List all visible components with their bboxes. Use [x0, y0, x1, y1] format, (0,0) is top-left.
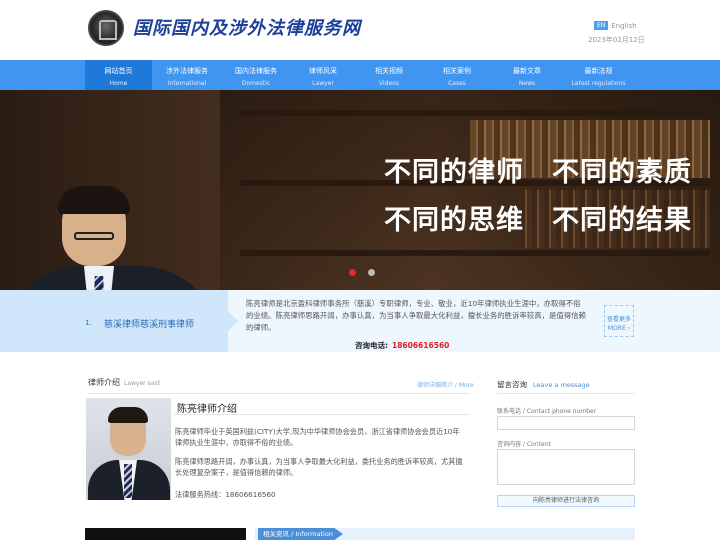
more-sublabel: MORE ›: [607, 325, 631, 332]
nav-label: 网站首页: [104, 67, 133, 75]
nav-sublabel: Latest regulations: [571, 80, 626, 87]
en-badge[interactable]: EN: [594, 21, 609, 30]
lawyer-bio-2: 陈亮律师思路开阔，办事认真，为当事人争取最大化利益，委托业务的胜诉率较高，尤其擅…: [175, 457, 463, 477]
current-date: 2023年02月12日: [588, 36, 645, 44]
phone-number[interactable]: 18606616560: [392, 341, 449, 350]
content-field-label: 咨询内容 / Content: [497, 441, 551, 448]
nav-label: 相关案例: [443, 67, 471, 75]
nav-item-videos[interactable]: 相关视频 Videos: [356, 60, 422, 90]
nav-sublabel: Cases: [448, 80, 466, 87]
phone-input[interactable]: [497, 416, 635, 430]
logo-icon[interactable]: [88, 10, 124, 46]
nav-sublabel: Lawyer: [312, 80, 334, 87]
slide-dot-2[interactable]: [368, 269, 375, 276]
main-nav: 网站首页 Home 涉外法律服务 International 国内法律服务 Do…: [0, 60, 720, 90]
lawyer-bio-1: 陈亮律师毕业于英国利兹(CITY)大学,现为中华律师协会会员，浙江省律师协会会员…: [175, 427, 460, 447]
nav-item-domestic[interactable]: 国内法律服务 Domestic: [222, 60, 290, 90]
nav-label: 涉外法律服务: [166, 67, 208, 75]
lawyer-photo[interactable]: [86, 398, 171, 500]
divider: [497, 393, 635, 394]
divider: [174, 414, 470, 415]
photo-hair: [108, 407, 148, 423]
nav-item-cases[interactable]: 相关案例 Cases: [422, 60, 492, 90]
hero-banner[interactable]: 不同的律师 不同的素质 不同的思维 不同的结果: [0, 90, 720, 290]
submit-consult-button[interactable]: 向陈亮律师进行法律咨询: [497, 495, 635, 507]
english-link[interactable]: English: [611, 22, 636, 30]
nav-label: 相关视频: [375, 67, 403, 75]
intro-index: 1.: [85, 319, 92, 327]
message-title: 留言咨询 Leave a message: [497, 379, 590, 390]
phone-label: 咨询电话:: [355, 341, 388, 350]
section-subtitle: Lawyer said: [124, 380, 160, 387]
service-hotline: 法律服务热线：18606616560: [175, 490, 276, 499]
lawyer-more-link[interactable]: 律师详细简介 / More: [417, 380, 474, 389]
divider: [88, 393, 470, 394]
banner-slogan-2: 不同的思维 不同的结果: [384, 205, 692, 236]
nav-label: 最新文章: [513, 67, 541, 75]
site-title[interactable]: 国际国内及涉外法律服务网: [133, 14, 361, 40]
nav-label: 国内法律服务: [235, 67, 277, 75]
nav-label: 律师风采: [309, 67, 337, 75]
view-more-button[interactable]: 查看更多 MORE ›: [604, 305, 634, 337]
nav-sublabel: Domestic: [241, 80, 271, 87]
language-switch[interactable]: EN English: [594, 21, 637, 30]
message-title-en: Leave a message: [533, 381, 590, 389]
nav-sublabel: International: [167, 80, 207, 87]
message-title-zh: 留言咨询: [497, 380, 527, 389]
nav-item-home[interactable]: 网站首页 Home: [85, 60, 152, 90]
content-textarea[interactable]: [497, 449, 635, 485]
consult-phone: 咨询电话: 18606616560: [355, 340, 449, 351]
banner-slogan-1: 不同的律师 不同的素质: [384, 157, 692, 188]
header: 国际国内及涉外法律服务网 EN English 2023年02月12日: [0, 0, 720, 60]
nav-item-regulations[interactable]: 最新法规 Latest regulations: [562, 60, 635, 90]
nav-sublabel: News: [518, 80, 536, 87]
nav-sublabel: Home: [109, 80, 128, 87]
lawyer-intro-title: 陈亮律师介绍: [177, 404, 237, 415]
intro-tab-label[interactable]: 慈溪律师慈溪刑事律师: [104, 317, 194, 330]
nav-item-news[interactable]: 最新文章 News: [492, 60, 562, 90]
shelf-board: [240, 110, 710, 116]
slide-indicators: [349, 269, 375, 276]
video-block[interactable]: [85, 528, 246, 540]
nav-label: 最新法规: [584, 67, 613, 75]
slide-dot-1[interactable]: [349, 269, 356, 276]
info-tag[interactable]: 相关资讯 / Information: [258, 528, 343, 540]
more-label: 查看更多: [606, 316, 631, 323]
lawyer-section-title: 律师介绍 Lawyer said: [88, 377, 160, 388]
nav-item-international[interactable]: 涉外法律服务 International: [152, 60, 222, 90]
nav-sublabel: Videos: [379, 80, 399, 87]
shelf-board: [240, 250, 710, 256]
section-title: 律师介绍: [88, 378, 120, 387]
intro-tab[interactable]: 1. 慈溪律师慈溪刑事律师: [0, 290, 238, 352]
lawyer-hair: [58, 186, 130, 214]
phone-field-label: 联系电话 / Contact phone number: [497, 408, 597, 415]
nav-item-lawyer[interactable]: 律师风采 Lawyer: [290, 60, 356, 90]
info-section: 相关资讯 / Information: [255, 528, 635, 540]
glasses-icon: [74, 232, 114, 240]
intro-text: 陈亮律师是北京盈科律师事务所（慈溪）专职律师，专业、敬业，近10年律师执业生涯中…: [246, 299, 586, 332]
photo-tie: [124, 464, 132, 498]
